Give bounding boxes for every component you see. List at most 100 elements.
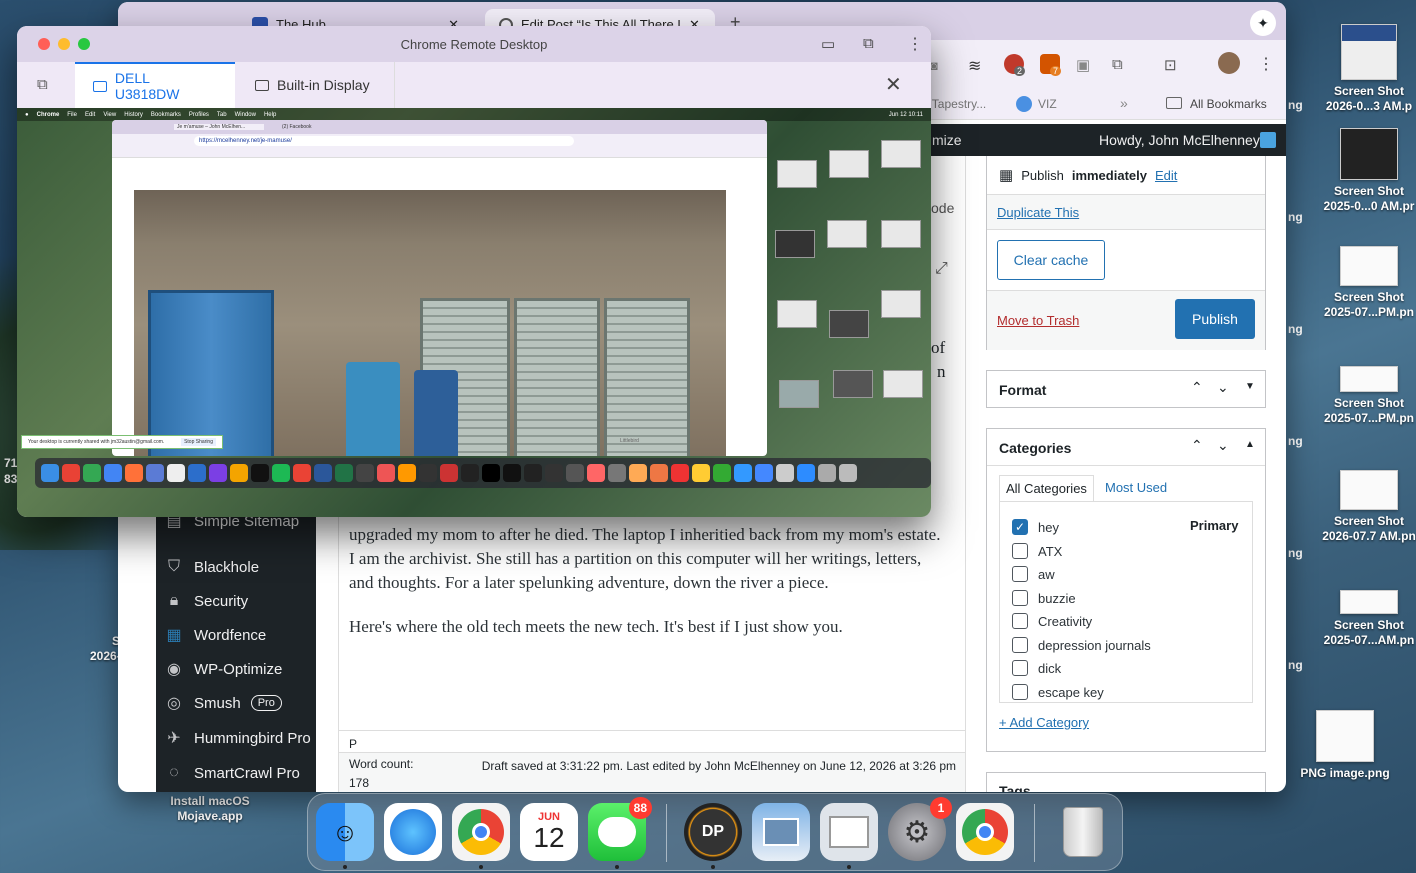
sidebar-item-security[interactable]: 🔒︎ Security	[164, 586, 248, 616]
format-title: Format	[999, 382, 1047, 398]
tab-search-icon[interactable]: ⊡	[1164, 56, 1177, 74]
chevron-down-icon[interactable]: ⌄	[1217, 437, 1229, 454]
remote-dock	[35, 458, 931, 488]
checkbox[interactable]	[1012, 566, 1028, 582]
howdy-user[interactable]: Howdy, John McElhenney	[1099, 132, 1260, 148]
fullscreen-icon[interactable]: ⤢	[935, 260, 948, 278]
block-breadcrumb[interactable]: P	[339, 730, 965, 752]
close-window-button[interactable]	[38, 38, 50, 50]
remote-display-tabs: ⧉ DELL U3818DW Built-in Display ✕	[17, 62, 931, 108]
desktop-file[interactable]: Screen Shot 2026-07.7 AM.pn	[1314, 470, 1416, 544]
category-item[interactable]: buzzie	[1012, 590, 1076, 606]
menu-kebab-icon[interactable]: ⋮	[907, 34, 923, 54]
chevron-down-icon[interactable]: ⌄	[1217, 379, 1229, 396]
chevron-up-icon[interactable]: ⌃	[1191, 437, 1203, 454]
chrome-remote-app[interactable]	[820, 803, 878, 869]
sidebar-item-wp-optimize[interactable]: ◉ WP-Optimize	[164, 654, 282, 684]
move-to-trash-link[interactable]: Move to Trash	[997, 313, 1079, 328]
category-item[interactable]: ✓ hey	[1012, 519, 1059, 535]
messages-app[interactable]: 88	[588, 797, 652, 869]
duplicate-link[interactable]: Duplicate This	[997, 205, 1079, 220]
tab-most-used[interactable]: Most Used	[1105, 480, 1167, 495]
calendar-app[interactable]: JUN 12	[520, 803, 578, 861]
clear-cache-button[interactable]: Clear cache	[997, 240, 1105, 280]
checkbox[interactable]	[1012, 660, 1028, 676]
all-bookmarks[interactable]: All Bookmarks	[1190, 97, 1267, 111]
chevron-up-icon[interactable]: ⌃	[1191, 379, 1203, 396]
safari-app[interactable]	[384, 803, 442, 861]
preview-photo-icon	[763, 818, 799, 846]
publish-button[interactable]: Publish	[1175, 299, 1255, 339]
desktop-file[interactable]: Screen Shot 2026-0...3 AM.p	[1314, 24, 1416, 114]
category-item[interactable]: ATX	[1012, 543, 1062, 559]
extension-icon[interactable]: ⧉	[863, 35, 874, 52]
menu-kebab-icon[interactable]: ⋮	[1258, 54, 1274, 74]
category-item[interactable]: aw	[1012, 566, 1055, 582]
remote-screen[interactable]: ● Chrome File Edit View History Bookmark…	[17, 108, 931, 517]
preview-app[interactable]	[752, 803, 810, 861]
folder-icon	[1166, 97, 1182, 109]
desktop-file[interactable]: Screen Shot 2025-0...0 AM.pr	[1314, 128, 1416, 214]
extension-gray-icon[interactable]: ▣	[1076, 56, 1090, 74]
add-category-link[interactable]: + Add Category	[999, 715, 1089, 730]
toggle-panel-icon[interactable]: ▼	[1245, 381, 1255, 392]
schedule-edit-link[interactable]: Edit	[1155, 168, 1177, 183]
camera-icon[interactable]: ◙	[930, 58, 938, 73]
clipboard-icon[interactable]: ▭	[821, 35, 835, 53]
tab-dell-display[interactable]: DELL U3818DW	[75, 62, 235, 108]
customize-link[interactable]: mize	[932, 132, 962, 148]
desktop-file[interactable]: Screen Shot 2025-07...AM.pn	[1314, 590, 1416, 648]
category-item[interactable]: depression journals	[1012, 637, 1151, 653]
post-paragraph[interactable]: upgraded my mom to after he died. The la…	[349, 523, 949, 595]
stop-sharing-button[interactable]: Stop Sharing	[181, 438, 216, 446]
user-avatar-icon[interactable]	[1260, 132, 1276, 148]
sidebar-item-wordfence[interactable]: ▦ Wordfence	[164, 620, 266, 650]
chrome-app[interactable]	[452, 803, 510, 869]
tab-built-in-display[interactable]: Built-in Display	[237, 62, 395, 108]
checkbox[interactable]	[1012, 637, 1028, 653]
desktop-file[interactable]: Screen Shot 2025-07...PM.pn	[1314, 246, 1416, 320]
chrome-app-2[interactable]	[956, 803, 1014, 861]
checkbox[interactable]	[1012, 590, 1028, 606]
bookmark-tapestry[interactable]: e Tapestry...	[922, 97, 986, 111]
sidebar-item-blackhole[interactable]: ⛉ Blackhole	[164, 552, 259, 582]
desktop-file[interactable]: Screen Shot 2025-07...PM.pn	[1314, 366, 1416, 426]
mini-dock-app	[377, 464, 395, 482]
desktop-file[interactable]: PNG image.png	[1290, 710, 1400, 781]
category-item[interactable]: dick	[1012, 660, 1061, 676]
sidebar-item-smush[interactable]: ◎ Smush Pro	[164, 688, 282, 718]
system-settings-app[interactable]: ⚙ 1	[888, 797, 952, 861]
trash-app[interactable]	[1054, 803, 1112, 861]
zoom-window-button[interactable]	[78, 38, 90, 50]
mini-thumb	[833, 370, 873, 398]
sidebar-item-hummingbird[interactable]: ✈ Hummingbird Pro	[164, 723, 310, 753]
extensions-puzzle-icon[interactable]: ⧉	[1112, 56, 1123, 73]
edge-text: ng	[1288, 322, 1303, 336]
gemini-sparkle-icon[interactable]: ✦	[1250, 10, 1276, 36]
layers-icon[interactable]: ≋	[968, 56, 981, 76]
mini-thumb	[777, 300, 817, 328]
category-item[interactable]: Creativity	[1012, 613, 1092, 629]
post-paragraph[interactable]: Here's where the old tech meets the new …	[349, 615, 949, 639]
dp-app[interactable]: DP	[684, 803, 742, 869]
finder-app[interactable]: ☺	[316, 803, 374, 869]
chevron-more-icon[interactable]: »	[1120, 95, 1128, 111]
checkbox[interactable]: ✓	[1012, 519, 1028, 535]
category-item[interactable]: escape key	[1012, 684, 1104, 700]
close-icon[interactable]: ✕	[885, 72, 902, 97]
toggle-panel-icon[interactable]: ▲	[1245, 439, 1255, 450]
bookmark-viz[interactable]: VIZ	[1038, 97, 1057, 111]
checkbox[interactable]	[1012, 543, 1028, 559]
photo-credit: Littlebird	[620, 438, 639, 444]
profile-avatar[interactable]	[1218, 52, 1240, 74]
sidebar-item-smartcrawl[interactable]: ◌ SmartCrawl Pro	[164, 758, 300, 788]
mini-menu-item: Window	[234, 111, 256, 118]
remote-desktop-window: Chrome Remote Desktop ▭ ⧉ ⋮ ⧉ DELL U3818…	[17, 26, 931, 517]
duplicate-row: Duplicate This	[987, 194, 1265, 230]
checkbox[interactable]	[1012, 613, 1028, 629]
minimize-window-button[interactable]	[58, 38, 70, 50]
tab-all-categories[interactable]: All Categories	[999, 475, 1094, 501]
desktop-app-mojave[interactable]: Install macOS Mojave.app	[155, 794, 265, 824]
multi-window-icon[interactable]: ⧉	[37, 76, 48, 93]
checkbox[interactable]	[1012, 684, 1028, 700]
